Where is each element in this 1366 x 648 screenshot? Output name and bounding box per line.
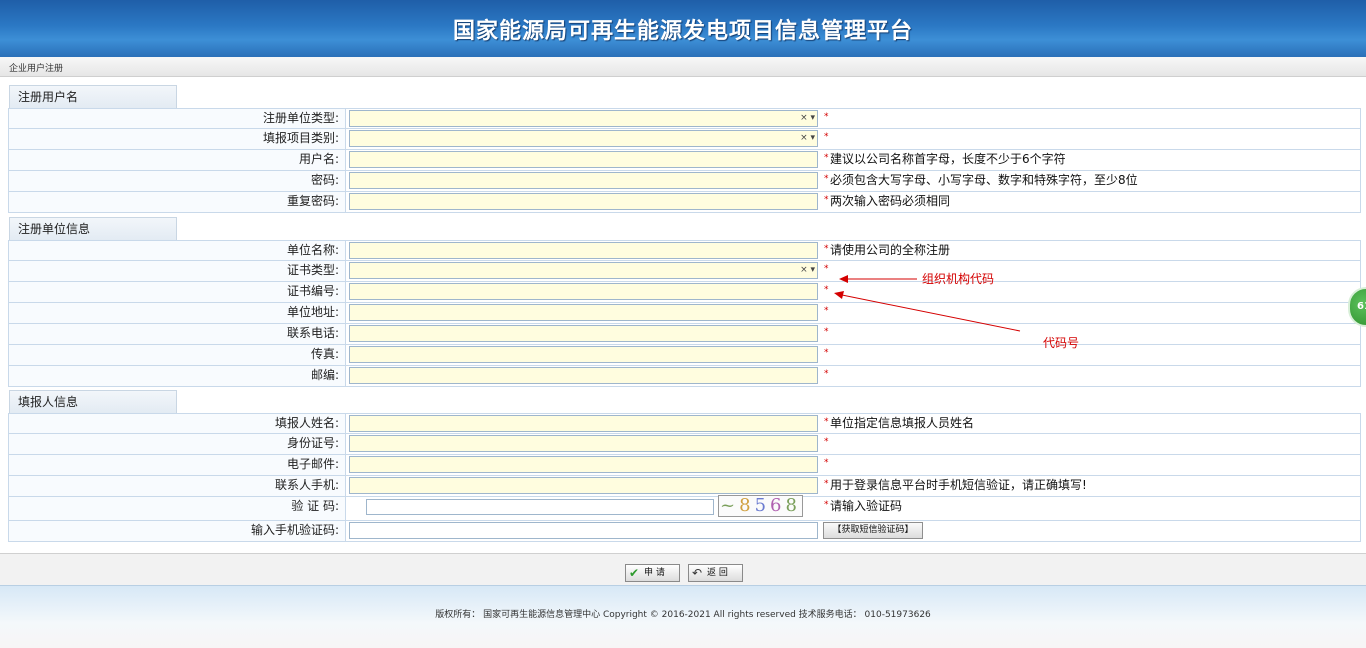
apply-button[interactable]: ✔ 申 请 (625, 564, 680, 582)
page-footer: 版权所有： 国家可再生能源信息管理中心 Copyright © 2016-202… (0, 585, 1366, 648)
annotation-cert-no: 代码号 (1043, 336, 1080, 350)
annotation-cert-type: 组织机构代码 (922, 272, 995, 286)
action-bar: ✔ 申 请 ↶ 返 回 (0, 553, 1366, 585)
apply-button-label: 申 请 (644, 568, 665, 578)
check-icon: ✔ (629, 566, 640, 580)
return-arrow-icon: ↶ (692, 566, 703, 580)
back-button-label: 返 回 (707, 568, 728, 578)
footer-copyright: 版权所有： 国家可再生能源信息管理中心 Copyright © 2016-202… (435, 610, 931, 620)
back-button[interactable]: ↶ 返 回 (688, 564, 743, 582)
annotation-arrows (834, 275, 1021, 332)
